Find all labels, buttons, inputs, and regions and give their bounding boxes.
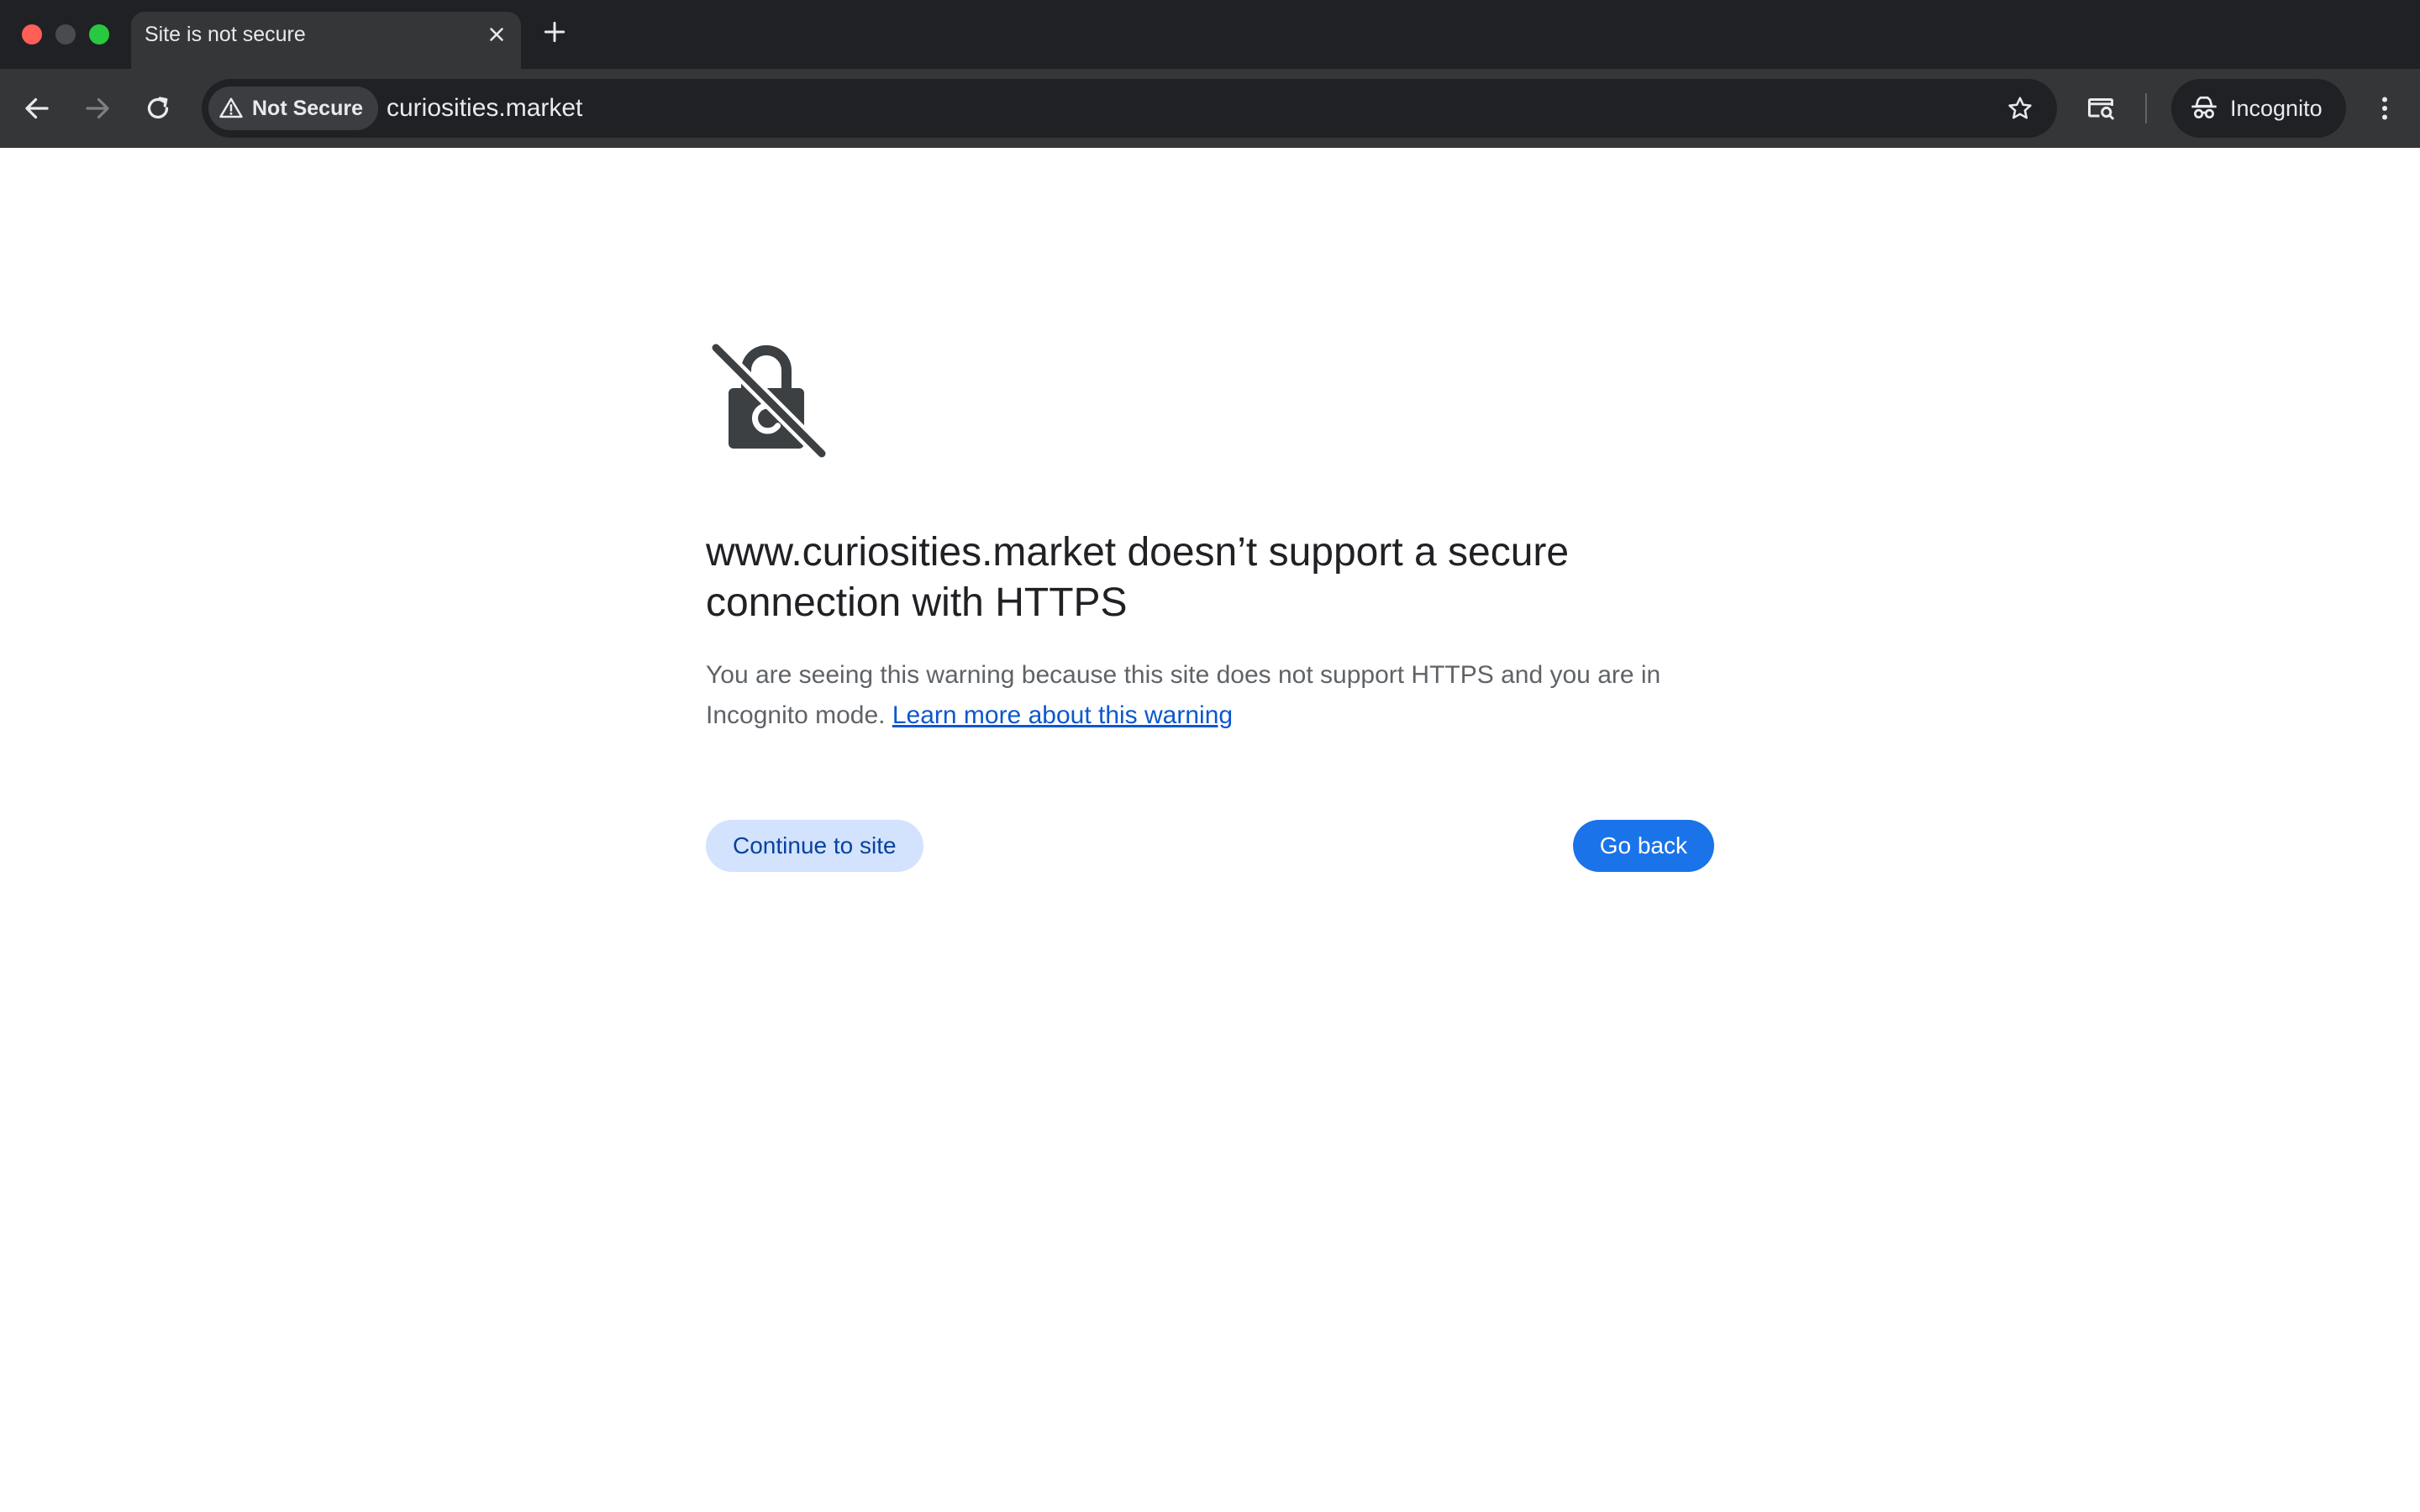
url-text[interactable]: curiosities.market — [387, 79, 582, 138]
close-icon[interactable] — [486, 24, 508, 45]
incognito-icon — [2191, 96, 2217, 118]
warning-triangle-icon — [219, 97, 243, 118]
arrow-right-icon[interactable] — [82, 93, 113, 123]
active-tab[interactable]: Site is not secure — [131, 12, 521, 69]
page-heading: www.curiosities.market doesn’t support a… — [706, 530, 1570, 625]
lock-slash-icon — [708, 340, 827, 459]
incognito-profile-button[interactable]: Incognito — [2171, 79, 2346, 138]
star-icon[interactable] — [2007, 95, 2033, 122]
tab-search-icon[interactable] — [2086, 93, 2116, 123]
security-chip[interactable]: Not Secure — [208, 87, 378, 130]
plus-icon[interactable] — [541, 18, 568, 45]
address-bar[interactable]: Not Secure curiosities.market — [202, 79, 2057, 138]
toolbar-divider — [2145, 93, 2147, 123]
security-chip-label: Not Secure — [252, 96, 363, 120]
kebab-menu-icon[interactable] — [2370, 93, 2400, 123]
warning-description: You are seeing this warning because this… — [706, 655, 1714, 736]
toolbar: Not Secure curiosities.market Incognito — [0, 69, 2420, 148]
window-minimize-button[interactable] — [55, 24, 76, 45]
tab-strip: Site is not secure — [0, 0, 2420, 69]
reload-icon[interactable] — [143, 93, 173, 123]
window-close-button[interactable] — [22, 24, 42, 45]
tab-title: Site is not secure — [145, 23, 306, 46]
learn-more-link[interactable]: Learn more about this warning — [892, 701, 1233, 729]
window-zoom-button[interactable] — [89, 24, 109, 45]
incognito-label: Incognito — [2230, 96, 2323, 121]
arrow-left-icon[interactable] — [22, 93, 52, 123]
go-back-button[interactable]: Go back — [1572, 820, 1714, 872]
continue-to-site-button[interactable]: Continue to site — [706, 820, 923, 872]
